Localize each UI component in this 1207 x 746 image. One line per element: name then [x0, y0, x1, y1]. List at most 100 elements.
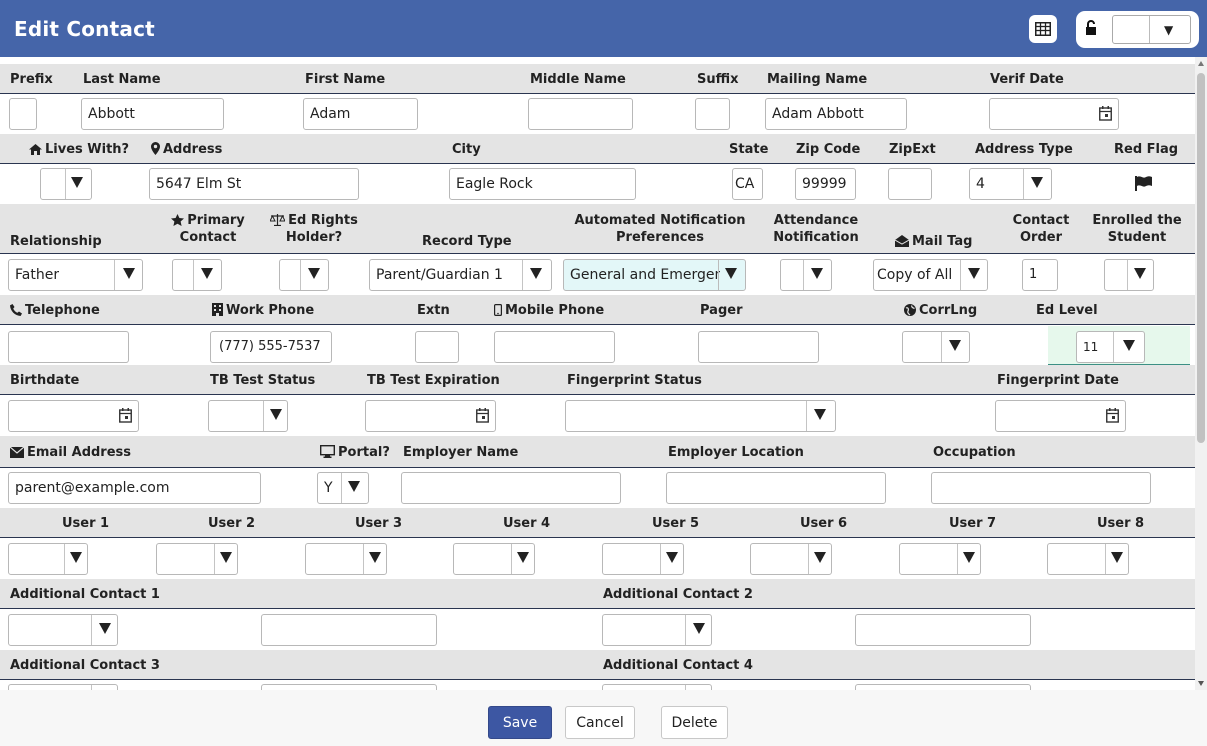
- employer-name-input[interactable]: [401, 472, 621, 504]
- balance-scale-icon: [270, 214, 286, 226]
- prefix-input[interactable]: [9, 98, 37, 130]
- relationship-label: Relationship: [10, 234, 102, 249]
- work-phone-text: Work Phone: [226, 303, 315, 318]
- fingerprint-date-label: Fingerprint Date: [997, 373, 1119, 388]
- calendar-icon[interactable]: [1099, 106, 1112, 121]
- user-8-select[interactable]: [1047, 543, 1129, 575]
- address-input[interactable]: 5647 Elm St: [149, 168, 359, 200]
- verif-date-input[interactable]: [989, 98, 1119, 130]
- relationship-select[interactable]: Father: [8, 259, 143, 291]
- globe-icon: [904, 304, 916, 316]
- user-2-select[interactable]: [156, 543, 238, 575]
- occupation-label: Occupation: [933, 445, 1016, 460]
- corrlng-label: CorrLng: [904, 302, 977, 319]
- contact-order-input[interactable]: 1: [1022, 259, 1058, 291]
- vertical-scrollbar[interactable]: [1195, 57, 1207, 690]
- scroll-down-arrow-icon[interactable]: [1198, 681, 1204, 686]
- unlock-icon[interactable]: [1086, 20, 1100, 36]
- extn-input[interactable]: [415, 331, 459, 363]
- additional-contact-1-input[interactable]: [261, 614, 437, 646]
- ed-rights-select[interactable]: [279, 259, 329, 291]
- table-view-button[interactable]: [1029, 15, 1057, 43]
- zipext-input[interactable]: [888, 168, 932, 200]
- primary-contact-select[interactable]: [172, 259, 222, 291]
- portal-text: Portal?: [338, 445, 390, 460]
- pager-input[interactable]: [698, 331, 819, 363]
- employer-name-label: Employer Name: [403, 445, 519, 460]
- tb-expiration-input[interactable]: [365, 400, 496, 432]
- user-4-label: User 4: [503, 516, 551, 531]
- attendance-text-2: Notification: [773, 230, 859, 245]
- user-6-select[interactable]: [750, 543, 832, 575]
- middle-name-label: Middle Name: [530, 72, 626, 87]
- work-phone-input[interactable]: (777) 555-7537: [210, 331, 332, 363]
- tb-expiration-label: TB Test Expiration: [367, 373, 500, 388]
- chevron-down-icon: ▼: [1164, 23, 1174, 37]
- calendar-icon[interactable]: [1106, 408, 1119, 423]
- lives-with-label: Lives With?: [29, 141, 129, 158]
- user-1-select[interactable]: [8, 543, 88, 575]
- occupation-input[interactable]: [931, 472, 1151, 504]
- chevron-down-icon: [811, 268, 823, 279]
- auto-notif-select[interactable]: General and Emergency: [563, 259, 746, 291]
- additional-contact-1-select[interactable]: [8, 614, 118, 646]
- last-name-input[interactable]: Abbott: [81, 98, 224, 130]
- attendance-select[interactable]: [780, 259, 832, 291]
- enrolled-select[interactable]: [1104, 259, 1154, 291]
- ed-level-value: 11: [1083, 340, 1099, 354]
- flag-icon[interactable]: [1135, 176, 1152, 191]
- additional-contact-2-label: Additional Contact 2: [603, 587, 753, 602]
- lock-select[interactable]: ▼: [1112, 15, 1191, 44]
- email-address-label: Email Address: [10, 444, 131, 461]
- record-type-select[interactable]: Parent/Guardian 1: [369, 259, 552, 291]
- user-3-select[interactable]: [305, 543, 387, 575]
- contact-order-label: Contact Order: [1005, 212, 1077, 246]
- additional-contact-34-header-row: Additional Contact 3 Additional Contact …: [0, 650, 1195, 680]
- city-label: City: [452, 142, 481, 157]
- save-button[interactable]: Save: [488, 706, 552, 739]
- additional-contact-2-select[interactable]: [602, 614, 712, 646]
- enrolled-text-2: Student: [1107, 230, 1167, 245]
- user-5-select[interactable]: [602, 543, 684, 575]
- scrollbar-thumb[interactable]: [1197, 73, 1205, 443]
- relationship-value: Father: [15, 267, 60, 283]
- cancel-button[interactable]: Cancel: [565, 706, 635, 739]
- mobile-phone-input[interactable]: [494, 331, 615, 363]
- mail-tag-select[interactable]: Copy of All Mail: [873, 259, 988, 291]
- corrlng-select[interactable]: [902, 331, 970, 363]
- email-address-input[interactable]: parent@example.com: [8, 472, 261, 504]
- page-title: Edit Contact: [14, 17, 155, 41]
- calendar-icon[interactable]: [119, 408, 132, 423]
- employer-location-input[interactable]: [666, 472, 886, 504]
- telephone-input[interactable]: [8, 331, 129, 363]
- address-type-select[interactable]: 4: [969, 168, 1052, 200]
- birthdate-input[interactable]: [8, 400, 139, 432]
- middle-name-input[interactable]: [528, 98, 633, 130]
- additional-contact-2-input[interactable]: [855, 614, 1031, 646]
- auto-notif-value: General and Emergency: [570, 267, 720, 283]
- tb-status-select[interactable]: [208, 400, 288, 432]
- user-fields-header-row: User 1 User 2 User 3 User 4 User 5 User …: [0, 508, 1195, 538]
- chevron-down-icon: [71, 177, 83, 188]
- delete-button[interactable]: Delete: [661, 706, 728, 739]
- state-input[interactable]: CA: [732, 168, 763, 200]
- scroll-up-arrow-icon[interactable]: [1198, 61, 1204, 66]
- first-name-input[interactable]: Adam: [303, 98, 418, 130]
- user-7-select[interactable]: [899, 543, 981, 575]
- city-input[interactable]: Eagle Rock: [449, 168, 636, 200]
- lock-selector[interactable]: ▼: [1076, 11, 1199, 48]
- chevron-down-icon: [725, 268, 737, 279]
- fingerprint-status-select[interactable]: [565, 400, 836, 432]
- address-type-value: 4: [976, 176, 985, 192]
- chevron-down-icon: [530, 268, 542, 279]
- suffix-input[interactable]: [695, 98, 730, 130]
- fingerprint-date-input[interactable]: [995, 400, 1126, 432]
- calendar-icon[interactable]: [476, 408, 489, 423]
- portal-select[interactable]: Y: [317, 472, 369, 504]
- zip-code-input[interactable]: 99999: [795, 168, 856, 200]
- mailing-name-input[interactable]: Adam Abbott: [765, 98, 907, 130]
- user-4-select[interactable]: [453, 543, 535, 575]
- ed-level-select[interactable]: 11: [1076, 331, 1145, 363]
- lives-with-select[interactable]: [40, 168, 92, 200]
- title-bar: Edit Contact ▼: [0, 0, 1207, 57]
